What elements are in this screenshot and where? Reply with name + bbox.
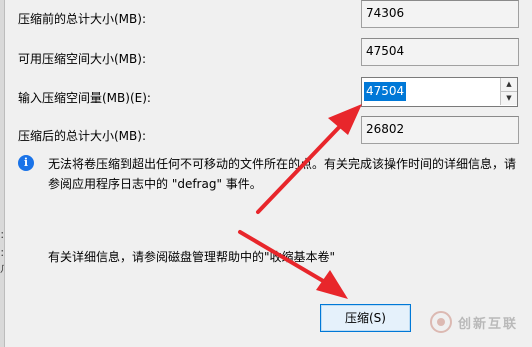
annotation-arrows [238, 104, 362, 299]
arrow-to-button [238, 230, 332, 287]
arrow-to-input [256, 118, 348, 214]
arrow-to-input-head [328, 104, 362, 135]
arrow-to-button-head [316, 270, 348, 299]
